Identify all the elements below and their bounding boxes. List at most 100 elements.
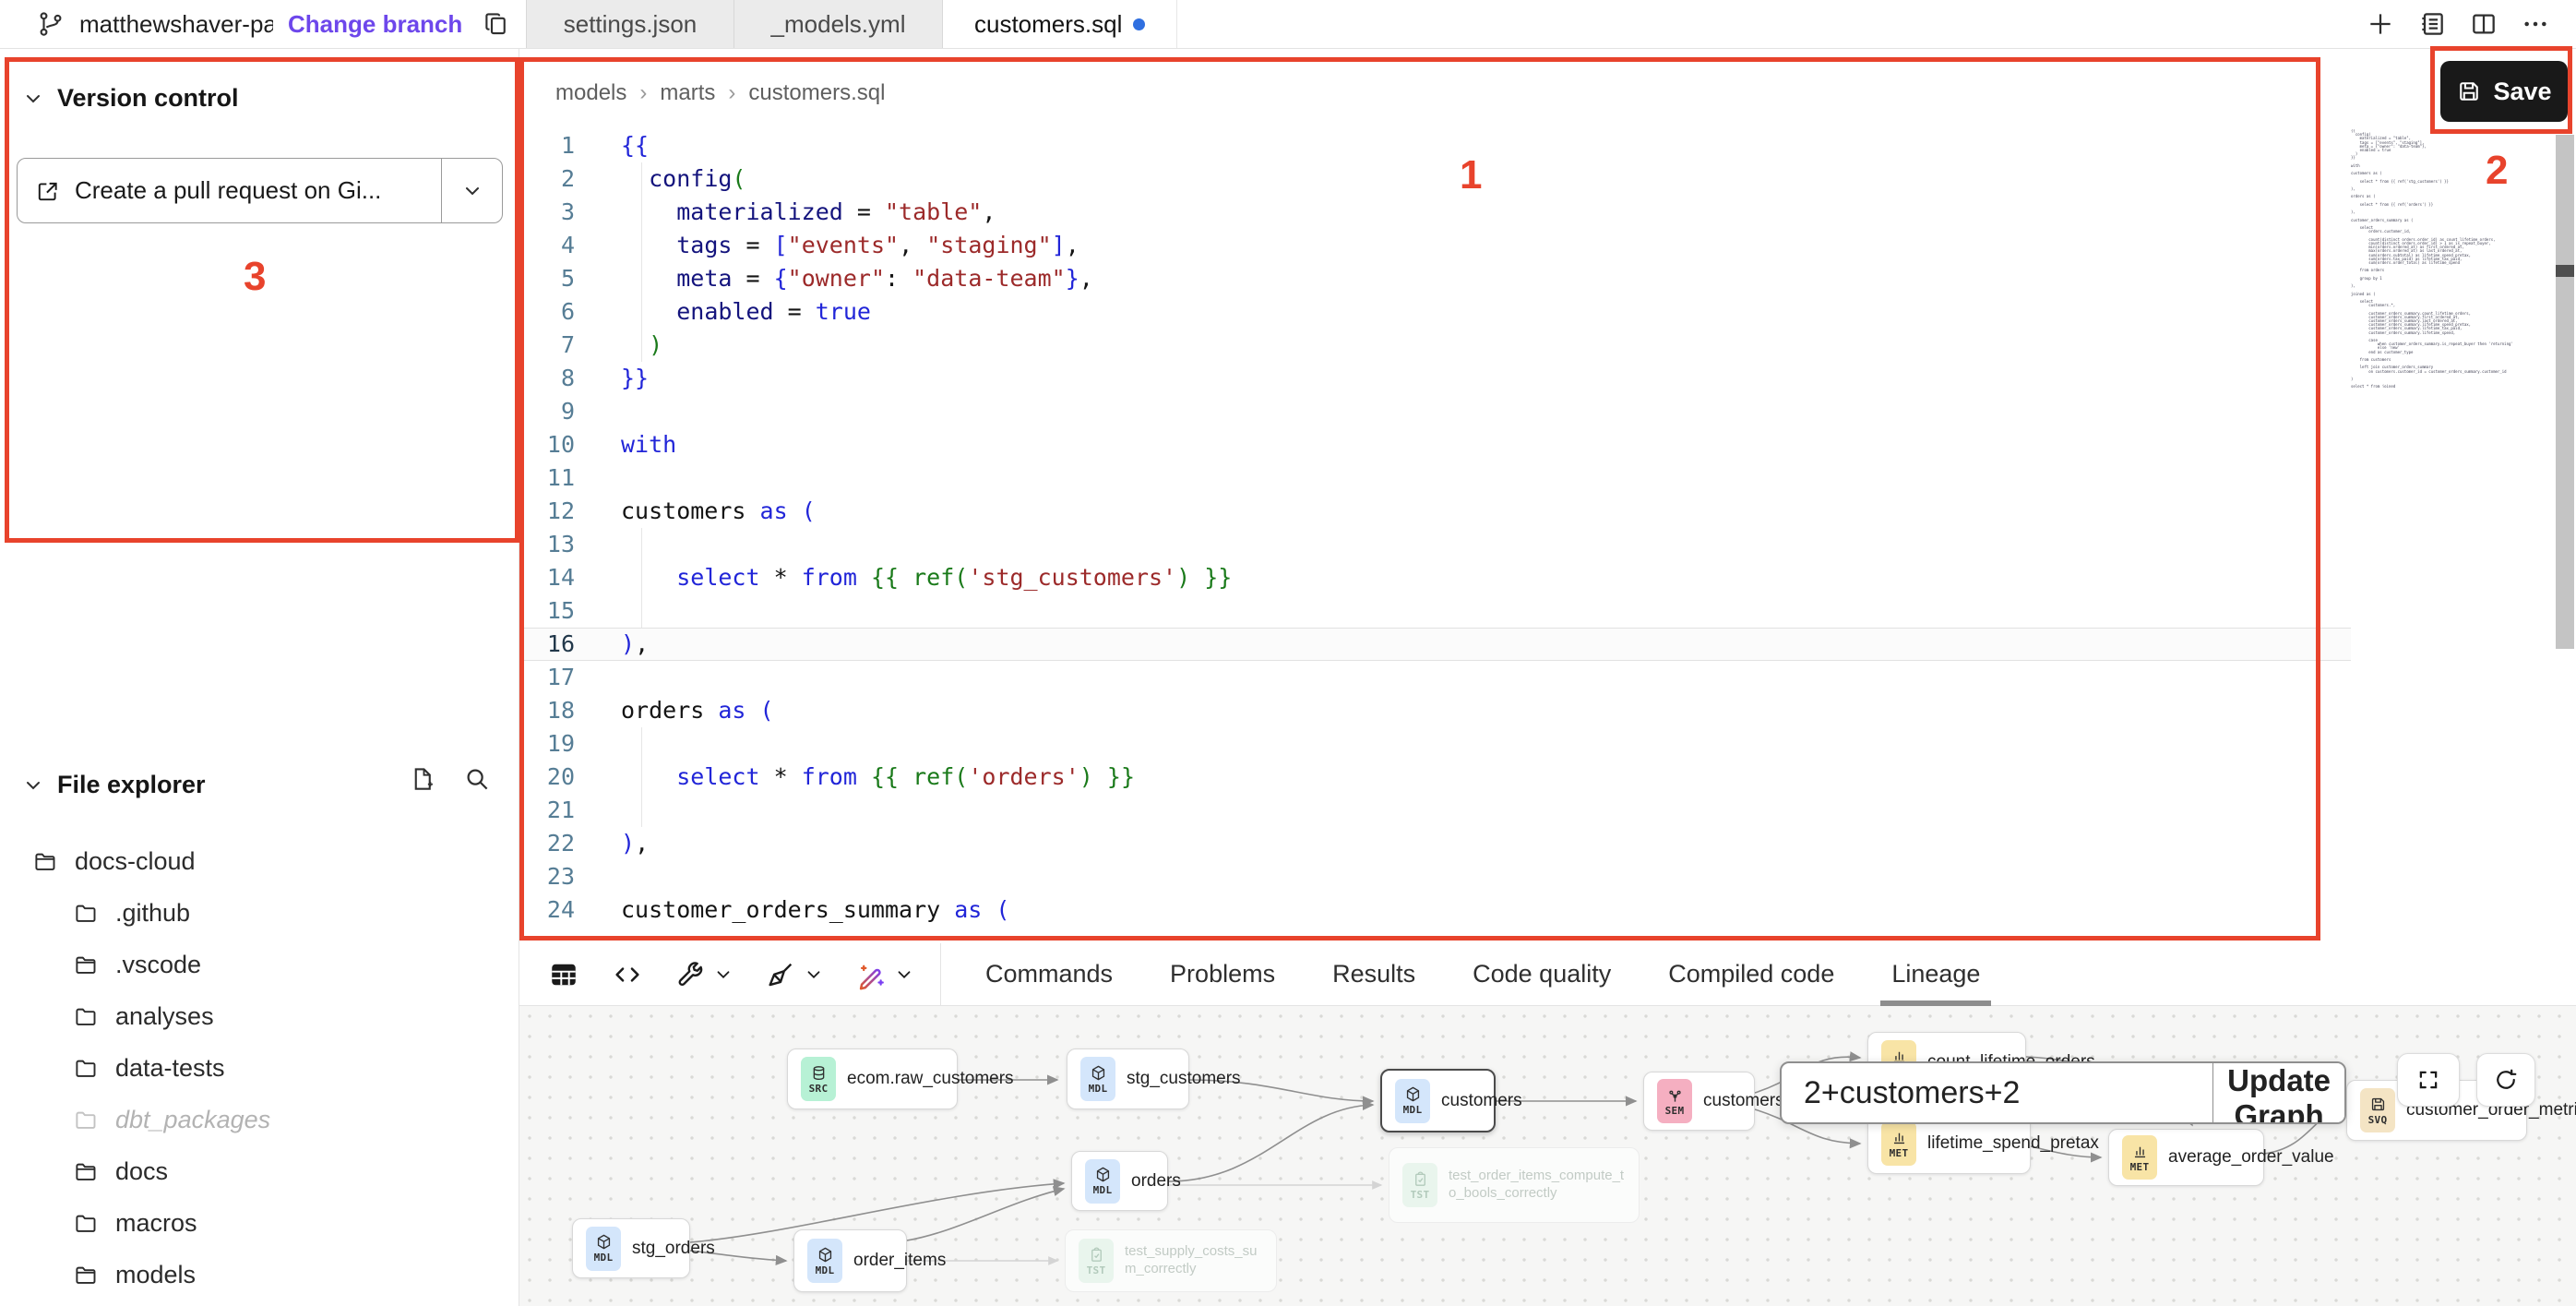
- lineage-node-test-supply-costs-sum-correctly[interactable]: TSTtest_supply_costs_sum_correctly: [1065, 1229, 1277, 1292]
- panel-tab-code-quality[interactable]: Code quality: [1473, 943, 1611, 1006]
- node-label: stg_orders: [632, 1239, 715, 1259]
- build-tool-group[interactable]: [674, 959, 733, 990]
- code-line-16[interactable]: 16),: [519, 628, 2351, 661]
- code-line-1[interactable]: 1{{: [519, 129, 2351, 162]
- code-line-13[interactable]: 13: [519, 528, 2351, 561]
- line-number: 1: [519, 129, 595, 162]
- code-line-11[interactable]: 11: [519, 461, 2351, 495]
- code-line-4[interactable]: 4 tags = ["events", "staging"],: [519, 229, 2351, 262]
- panel-tab-commands[interactable]: Commands: [985, 943, 1113, 1006]
- code-line-14[interactable]: 14 select * from {{ ref('stg_customers')…: [519, 561, 2351, 594]
- code-line-23[interactable]: 23: [519, 860, 2351, 893]
- code-line-17[interactable]: 17: [519, 661, 2351, 694]
- ai-fix-tool-group[interactable]: [855, 959, 914, 990]
- tab-_models.yml[interactable]: _models.yml: [734, 0, 943, 48]
- code-line-3[interactable]: 3 materialized = "table",: [519, 196, 2351, 229]
- folder-open-icon: [74, 1263, 99, 1288]
- code-line-2[interactable]: 2 config(: [519, 162, 2351, 196]
- code-line-12[interactable]: 12customers as (: [519, 495, 2351, 528]
- update-graph-button[interactable]: Update Graph: [2213, 1063, 2344, 1122]
- line-number: 2: [519, 162, 595, 196]
- panel-tab-lineage[interactable]: Lineage: [1891, 943, 1980, 1006]
- lineage-node-order-items[interactable]: MDLorder_items: [793, 1229, 907, 1292]
- table-icon[interactable]: [547, 958, 580, 991]
- minimap[interactable]: {{ config( materialized = "table", tags …: [2351, 129, 2548, 388]
- lineage-canvas[interactable]: SRCecom.raw_customers MDLstg_customers MDL…: [519, 1006, 2576, 1306]
- file-tree-item-models[interactable]: models: [0, 1249, 519, 1300]
- create-pr-button[interactable]: Create a pull request on Gi...: [18, 159, 441, 222]
- code-line-text: customers as (: [595, 495, 816, 528]
- format-tool-group[interactable]: [765, 959, 824, 990]
- code-line-10[interactable]: 10with: [519, 428, 2351, 461]
- code-line-text: with: [595, 428, 676, 461]
- line-number: 7: [519, 329, 595, 362]
- copy-icon[interactable]: [483, 10, 510, 38]
- node-label: customers: [1703, 1091, 1784, 1111]
- folder-icon: [74, 901, 99, 926]
- code-line-9[interactable]: 9: [519, 395, 2351, 428]
- scrollbar-thumb[interactable]: [2556, 265, 2574, 277]
- line-number: 22: [519, 827, 595, 860]
- file-tree-item-dbt_packages[interactable]: dbt_packages: [0, 1094, 519, 1145]
- panel-tab-compiled-code[interactable]: Compiled code: [1668, 943, 1834, 1006]
- change-branch-link[interactable]: Change branch: [288, 10, 462, 39]
- lineage-search-input[interactable]: [1782, 1063, 2212, 1122]
- split-editor-icon[interactable]: [2469, 9, 2498, 39]
- plus-icon[interactable]: [2366, 9, 2395, 39]
- file-tree-item-.github[interactable]: .github: [0, 887, 519, 939]
- lineage-node-customers-model[interactable]: MDLcustomers: [1380, 1069, 1496, 1132]
- code-line-8[interactable]: 8}}: [519, 362, 2351, 395]
- cube-icon: [595, 1233, 613, 1251]
- code-line-5[interactable]: 5 meta = {"owner": "data-team"},: [519, 262, 2351, 295]
- breadcrumb-separator: ›: [639, 80, 647, 106]
- file-tree-item-analyses[interactable]: analyses: [0, 990, 519, 1042]
- lineage-node-average-order-value[interactable]: METaverage_order_value: [2108, 1129, 2264, 1186]
- file-tree-item-docs-cloud[interactable]: docs-cloud: [0, 835, 519, 887]
- lineage-node-stg-orders[interactable]: MDLstg_orders: [572, 1218, 690, 1278]
- file-tree-item-.vscode[interactable]: .vscode: [0, 939, 519, 990]
- code-content[interactable]: 1{{2 config(3 materialized = "table",4 t…: [519, 129, 2351, 943]
- code-line-22[interactable]: 22),: [519, 827, 2351, 860]
- tab-settings.json[interactable]: settings.json: [526, 0, 734, 48]
- new-file-icon[interactable]: [408, 765, 435, 793]
- code-line-15[interactable]: 15: [519, 594, 2351, 628]
- file-tree-item-macros[interactable]: macros: [0, 1197, 519, 1249]
- lineage-node-orders[interactable]: MDLorders: [1071, 1151, 1168, 1211]
- version-control-header[interactable]: Version control: [0, 84, 519, 113]
- refresh-button[interactable]: [2476, 1053, 2535, 1107]
- fullscreen-button[interactable]: [2397, 1053, 2460, 1107]
- code-icon[interactable]: [612, 959, 643, 990]
- code-line-20[interactable]: 20 select * from {{ ref('orders') }}: [519, 761, 2351, 794]
- code-line-7[interactable]: 7 ): [519, 329, 2351, 362]
- lineage-node-ecom-raw-customers[interactable]: SRCecom.raw_customers: [787, 1048, 958, 1109]
- database-icon: [810, 1064, 828, 1082]
- panel-tab-results[interactable]: Results: [1332, 943, 1415, 1006]
- line-number: 15: [519, 594, 595, 628]
- more-options-icon[interactable]: [2521, 9, 2550, 39]
- panel-tab-problems[interactable]: Problems: [1170, 943, 1275, 1006]
- code-line-18[interactable]: 18orders as (: [519, 694, 2351, 727]
- code-line-text: [595, 727, 621, 761]
- code-line-21[interactable]: 21: [519, 794, 2351, 827]
- search-icon[interactable]: [463, 765, 491, 793]
- lineage-node-test-order-items-compute-to-bools-correctly[interactable]: TSTtest_order_items_compute_to_bools_cor…: [1389, 1147, 1640, 1223]
- create-pr-dropdown[interactable]: [441, 159, 502, 222]
- chevron-down-icon: [22, 88, 44, 110]
- file-tree-item-data-tests[interactable]: data-tests: [0, 1042, 519, 1094]
- notebook-icon[interactable]: [2417, 9, 2447, 39]
- code-line-text: ),: [595, 827, 649, 860]
- lineage-node-stg-customers[interactable]: MDLstg_customers: [1067, 1048, 1189, 1109]
- folder-icon: [74, 1211, 99, 1236]
- tab-label: _models.yml: [771, 10, 906, 39]
- tab-customers.sql[interactable]: customers.sql: [943, 0, 1177, 48]
- code-line-24[interactable]: 24customer_orders_summary as (: [519, 893, 2351, 927]
- panel-toolbar-icons: [519, 958, 914, 991]
- file-explorer-title: File explorer: [57, 771, 206, 799]
- editor-scrollbar[interactable]: [2556, 135, 2574, 649]
- badge-type-label: TST: [1411, 1189, 1430, 1201]
- code-line-6[interactable]: 6 enabled = true: [519, 295, 2351, 329]
- code-line-19[interactable]: 19: [519, 727, 2351, 761]
- save-button[interactable]: Save: [2440, 61, 2568, 122]
- lineage-node-customers-semantic[interactable]: SEMcustomers: [1643, 1072, 1755, 1131]
- file-tree-item-docs[interactable]: docs: [0, 1145, 519, 1197]
